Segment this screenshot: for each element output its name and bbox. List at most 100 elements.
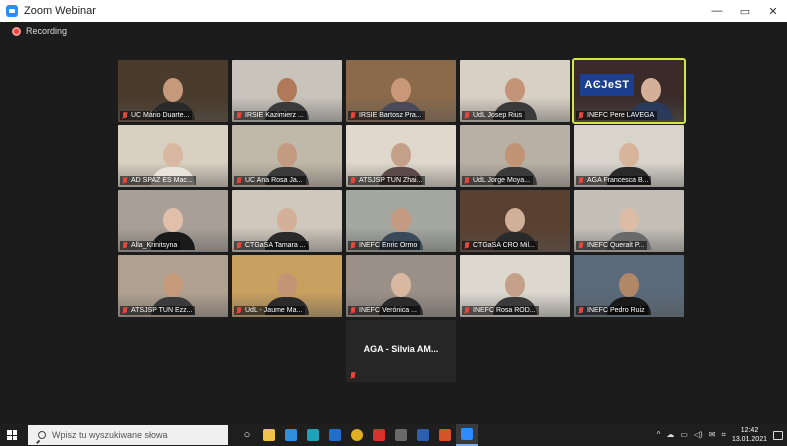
- system-tray: ^ ☁ ▭ ◁) ✉ ⌗ 12:42 13.01.2021: [657, 424, 783, 446]
- participant-head: [163, 143, 183, 167]
- participant-head: [619, 143, 639, 167]
- mic-muted-icon: [350, 372, 356, 379]
- participant-name: CTGaSA CRO Mil...: [473, 242, 535, 249]
- chrome-taskbar-icon[interactable]: [346, 424, 368, 446]
- calculator-taskbar-icon[interactable]: [390, 424, 412, 446]
- participant-video: [493, 78, 537, 120]
- store-taskbar-icon[interactable]: [302, 424, 324, 446]
- participant-head: [391, 208, 411, 232]
- participant-video: [265, 78, 309, 120]
- minimize-button[interactable]: —: [703, 0, 731, 22]
- clock-time: 12:42: [740, 427, 759, 434]
- participant-tile[interactable]: UdL Josep Rius: [460, 60, 570, 122]
- participant-tile[interactable]: ATSJSP TUN Zhai...: [346, 125, 456, 187]
- start-button[interactable]: [0, 424, 24, 446]
- participant-video: [607, 208, 651, 250]
- zoom-taskbar-icon[interactable]: [456, 424, 478, 446]
- participant-head: [505, 273, 525, 297]
- participant-name: UC Ana Rosa Ja...: [245, 177, 303, 184]
- clock[interactable]: 12:42 13.01.2021: [732, 426, 767, 444]
- participant-tile[interactable]: AϾJeST INEFC Pere LAVEGA: [572, 58, 686, 124]
- recording-indicator[interactable]: Recording: [12, 26, 67, 36]
- participant-video: [265, 273, 309, 315]
- participant-tile[interactable]: UC Mário Duarte...: [118, 60, 228, 122]
- participant-tile[interactable]: INEFC Verónica ...: [346, 255, 456, 317]
- participant-tile[interactable]: UdL - Jaume Ma...: [232, 255, 342, 317]
- mic-muted-icon: [464, 112, 470, 119]
- participant-tile[interactable]: IRSIE Bartosz Pra...: [346, 60, 456, 122]
- participant-nametag: UC Ana Rosa Ja...: [234, 176, 306, 185]
- mic-muted-icon: [464, 242, 470, 249]
- participant-tile[interactable]: INEFC Enric Ormo: [346, 190, 456, 252]
- logo-banner: AϾJeST: [580, 74, 634, 96]
- participant-nametag: UdL Jorge Moya...: [462, 176, 533, 185]
- participant-nametag: CTGaSA CRO Mil...: [462, 241, 538, 250]
- participant-tile[interactable]: INEFC Queralt P...: [574, 190, 684, 252]
- participant-video: [493, 143, 537, 185]
- participant-tile[interactable]: ATSJSP TUN Ezz...: [118, 255, 228, 317]
- participant-tile[interactable]: INEFC Pedro Ruiz: [574, 255, 684, 317]
- mic-muted-icon: [236, 307, 242, 314]
- tray-icon[interactable]: ✉: [709, 430, 716, 440]
- participant-video: [151, 273, 195, 315]
- mic-muted-icon: [350, 307, 356, 314]
- participant-head: [163, 208, 183, 232]
- mic-muted-icon: [122, 177, 128, 184]
- participant-head: [505, 208, 525, 232]
- participant-tile[interactable]: CTGaSA CRO Mil...: [460, 190, 570, 252]
- notification-center-icon[interactable]: [773, 430, 783, 440]
- file-explorer-taskbar-icon[interactable]: [258, 424, 280, 446]
- participant-head: [163, 78, 183, 102]
- participant-name: INEFC Queralt P...: [587, 242, 645, 249]
- participant-head: [505, 143, 525, 167]
- participant-head: [277, 273, 297, 297]
- participant-tile[interactable]: AGA Francesca B...: [574, 125, 684, 187]
- windows-icon: [7, 430, 17, 440]
- close-button[interactable]: ✕: [759, 0, 787, 22]
- participant-video: [379, 78, 423, 120]
- participant-tile[interactable]: IRSIE Kazimierz ...: [232, 60, 342, 122]
- powerpoint-taskbar-icon[interactable]: [434, 424, 456, 446]
- tray-icon[interactable]: ^: [657, 430, 661, 440]
- participant-name: IRSIE Bartosz Pra...: [359, 112, 422, 119]
- taskbar-search[interactable]: Wpisz tu wyszukiwane słowa: [28, 425, 228, 445]
- task-view-taskbar-icon[interactable]: ○: [236, 424, 258, 446]
- word-taskbar-icon[interactable]: [412, 424, 434, 446]
- participant-video: [379, 143, 423, 185]
- mic-muted-icon: [350, 177, 356, 184]
- participant-nametag: INEFC Verónica ...: [348, 306, 420, 315]
- participant-tile-video-off[interactable]: AGA - Silvia AM...: [346, 320, 456, 382]
- participant-name: INEFC Enric Ormo: [359, 242, 418, 249]
- tray-icon[interactable]: ▭: [680, 430, 688, 440]
- participant-video: [493, 208, 537, 250]
- participant-video: [607, 143, 651, 185]
- participant-nametag: IRSIE Bartosz Pra...: [348, 111, 425, 120]
- participant-tile[interactable]: Alla_Krinitsyna: [118, 190, 228, 252]
- participant-name: CTGaSA Tamara ...: [245, 242, 306, 249]
- participant-video: [379, 208, 423, 250]
- mic-muted-icon: [578, 112, 584, 119]
- participant-name: IRSIE Kazimierz ...: [245, 112, 304, 119]
- acrobat-taskbar-icon[interactable]: [368, 424, 390, 446]
- edge-taskbar-icon[interactable]: [280, 424, 302, 446]
- participant-video: [629, 78, 673, 120]
- participant-head: [277, 143, 297, 167]
- participant-tile[interactable]: INEFC Rosa ROD...: [460, 255, 570, 317]
- outlook-taskbar-icon[interactable]: [324, 424, 346, 446]
- mic-muted-icon: [122, 242, 128, 249]
- participant-nametag: INEFC Rosa ROD...: [462, 306, 539, 315]
- participant-tile[interactable]: CTGaSA Tamara ...: [232, 190, 342, 252]
- participant-nametag: UC Mário Duarte...: [120, 111, 193, 120]
- mic-muted-icon: [350, 242, 356, 249]
- tray-icon[interactable]: ☁: [666, 430, 674, 440]
- maximize-button[interactable]: ▭: [731, 0, 759, 22]
- participant-nametag: Alla_Krinitsyna: [120, 241, 181, 250]
- participant-tile[interactable]: AD SPAZ ES Mac...: [118, 125, 228, 187]
- participant-name: ATSJSP TUN Zhai...: [359, 177, 423, 184]
- participant-tile[interactable]: UC Ana Rosa Ja...: [232, 125, 342, 187]
- mic-muted-icon: [122, 112, 128, 119]
- tray-icon[interactable]: ⌗: [721, 430, 726, 440]
- participant-tile[interactable]: UdL Jorge Moya...: [460, 125, 570, 187]
- tray-icon[interactable]: ◁): [694, 430, 703, 440]
- participant-video: [151, 143, 195, 185]
